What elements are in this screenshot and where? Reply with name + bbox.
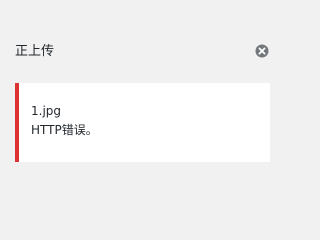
- upload-error-card: 1.jpg HTTP错误。: [15, 83, 270, 162]
- error-message: HTTP错误。: [31, 123, 98, 137]
- close-icon[interactable]: [255, 44, 269, 58]
- file-name: 1.jpg: [31, 104, 62, 118]
- upload-title: 正上传: [15, 44, 55, 59]
- upload-header: 正上传: [0, 30, 280, 70]
- upload-panel: 正上传 1.jpg HTTP错误。: [0, 0, 280, 210]
